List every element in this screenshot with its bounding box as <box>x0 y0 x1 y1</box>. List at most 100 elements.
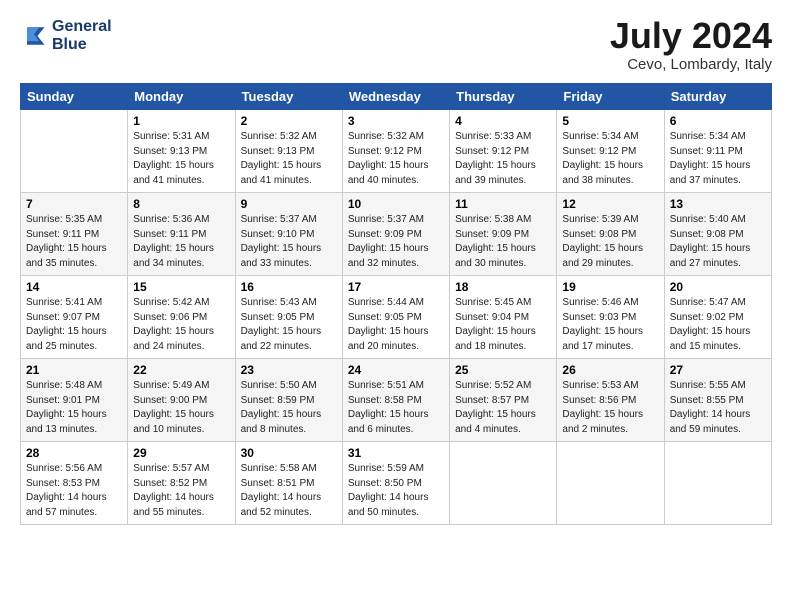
day-number: 25 <box>455 363 551 377</box>
day-number: 13 <box>670 197 766 211</box>
day-info: Sunrise: 5:46 AM Sunset: 9:03 PM Dayligh… <box>562 296 658 354</box>
day-info: Sunrise: 5:38 AM Sunset: 9:09 PM Dayligh… <box>455 213 551 271</box>
day-info: Sunrise: 5:44 AM Sunset: 9:05 PM Dayligh… <box>348 296 444 354</box>
calendar-cell: 8 Sunrise: 5:36 AM Sunset: 9:11 PM Daylig… <box>128 193 235 276</box>
calendar-cell: 4 Sunrise: 5:33 AM Sunset: 9:12 PM Daylig… <box>450 110 557 193</box>
day-info: Sunrise: 5:34 AM Sunset: 9:12 PM Dayligh… <box>562 130 658 188</box>
day-number: 2 <box>241 114 337 128</box>
day-info: Sunrise: 5:34 AM Sunset: 9:11 PM Dayligh… <box>670 130 766 188</box>
calendar-cell: 7 Sunrise: 5:35 AM Sunset: 9:11 PM Daylig… <box>21 193 128 276</box>
day-number: 21 <box>26 363 122 377</box>
day-number: 12 <box>562 197 658 211</box>
day-info: Sunrise: 5:48 AM Sunset: 9:01 PM Dayligh… <box>26 379 122 437</box>
calendar-cell: 12 Sunrise: 5:39 AM Sunset: 9:08 PM Dayli… <box>557 193 664 276</box>
calendar-table: SundayMondayTuesdayWednesdayThursdayFrid… <box>20 83 772 525</box>
day-info: Sunrise: 5:40 AM Sunset: 9:08 PM Dayligh… <box>670 213 766 271</box>
day-number: 5 <box>562 114 658 128</box>
calendar-cell: 18 Sunrise: 5:45 AM Sunset: 9:04 PM Dayli… <box>450 276 557 359</box>
day-number: 7 <box>26 197 122 211</box>
day-header-friday: Friday <box>557 84 664 110</box>
day-info: Sunrise: 5:55 AM Sunset: 8:55 PM Dayligh… <box>670 379 766 437</box>
calendar-cell: 24Sunrise: 5:51 AM Sunset: 8:58 PM Dayli… <box>342 359 449 442</box>
calendar-cell: 11 Sunrise: 5:38 AM Sunset: 9:09 PM Dayli… <box>450 193 557 276</box>
day-number: 16 <box>241 280 337 294</box>
day-info: Sunrise: 5:36 AM Sunset: 9:11 PM Dayligh… <box>133 213 229 271</box>
day-info: Sunrise: 5:47 AM Sunset: 9:02 PM Dayligh… <box>670 296 766 354</box>
day-number: 11 <box>455 197 551 211</box>
calendar-cell: 6Sunrise: 5:34 AM Sunset: 9:11 PM Daylig… <box>664 110 771 193</box>
calendar-cell: 9 Sunrise: 5:37 AM Sunset: 9:10 PM Daylig… <box>235 193 342 276</box>
calendar-cell: 3 Sunrise: 5:32 AM Sunset: 9:12 PM Daylig… <box>342 110 449 193</box>
logo: General Blue <box>20 18 112 53</box>
day-number: 15 <box>133 280 229 294</box>
calendar-cell: 23Sunrise: 5:50 AM Sunset: 8:59 PM Dayli… <box>235 359 342 442</box>
day-number: 3 <box>348 114 444 128</box>
day-info: Sunrise: 5:33 AM Sunset: 9:12 PM Dayligh… <box>455 130 551 188</box>
week-row-4: 21 Sunrise: 5:48 AM Sunset: 9:01 PM Dayli… <box>21 359 772 442</box>
day-info: Sunrise: 5:41 AM Sunset: 9:07 PM Dayligh… <box>26 296 122 354</box>
calendar-cell: 15 Sunrise: 5:42 AM Sunset: 9:06 PM Dayli… <box>128 276 235 359</box>
calendar-cell <box>450 442 557 525</box>
calendar-cell: 2Sunrise: 5:32 AM Sunset: 9:13 PM Daylig… <box>235 110 342 193</box>
day-info: Sunrise: 5:51 AM Sunset: 8:58 PM Dayligh… <box>348 379 444 437</box>
day-number: 18 <box>455 280 551 294</box>
day-info: Sunrise: 5:37 AM Sunset: 9:10 PM Dayligh… <box>241 213 337 271</box>
day-info: Sunrise: 5:32 AM Sunset: 9:12 PM Dayligh… <box>348 130 444 188</box>
month-year: July 2024 <box>610 18 772 54</box>
day-number: 22 <box>133 363 229 377</box>
day-number: 30 <box>241 446 337 460</box>
calendar-cell: 20 Sunrise: 5:47 AM Sunset: 9:02 PM Dayli… <box>664 276 771 359</box>
calendar-cell <box>21 110 128 193</box>
day-info: Sunrise: 5:57 AM Sunset: 8:52 PM Dayligh… <box>133 462 229 520</box>
day-number: 26 <box>562 363 658 377</box>
calendar-cell: 14 Sunrise: 5:41 AM Sunset: 9:07 PM Dayli… <box>21 276 128 359</box>
calendar-cell: 29 Sunrise: 5:57 AM Sunset: 8:52 PM Dayli… <box>128 442 235 525</box>
header: General Blue July 2024 Cevo, Lombardy, I… <box>20 18 772 73</box>
day-info: Sunrise: 5:56 AM Sunset: 8:53 PM Dayligh… <box>26 462 122 520</box>
calendar-cell: 28 Sunrise: 5:56 AM Sunset: 8:53 PM Dayli… <box>21 442 128 525</box>
day-header-sunday: Sunday <box>21 84 128 110</box>
day-header-wednesday: Wednesday <box>342 84 449 110</box>
day-info: Sunrise: 5:52 AM Sunset: 8:57 PM Dayligh… <box>455 379 551 437</box>
day-info: Sunrise: 5:42 AM Sunset: 9:06 PM Dayligh… <box>133 296 229 354</box>
day-info: Sunrise: 5:35 AM Sunset: 9:11 PM Dayligh… <box>26 213 122 271</box>
logo-text: General Blue <box>52 18 112 53</box>
day-info: Sunrise: 5:58 AM Sunset: 8:51 PM Dayligh… <box>241 462 337 520</box>
calendar-cell: 21 Sunrise: 5:48 AM Sunset: 9:01 PM Dayli… <box>21 359 128 442</box>
week-row-3: 14 Sunrise: 5:41 AM Sunset: 9:07 PM Dayli… <box>21 276 772 359</box>
day-number: 20 <box>670 280 766 294</box>
day-number: 4 <box>455 114 551 128</box>
day-info: Sunrise: 5:39 AM Sunset: 9:08 PM Dayligh… <box>562 213 658 271</box>
day-number: 29 <box>133 446 229 460</box>
calendar-cell: 22Sunrise: 5:49 AM Sunset: 9:00 PM Dayli… <box>128 359 235 442</box>
calendar-cell: 13 Sunrise: 5:40 AM Sunset: 9:08 PM Dayli… <box>664 193 771 276</box>
day-info: Sunrise: 5:45 AM Sunset: 9:04 PM Dayligh… <box>455 296 551 354</box>
header-row: SundayMondayTuesdayWednesdayThursdayFrid… <box>21 84 772 110</box>
calendar-cell: 30 Sunrise: 5:58 AM Sunset: 8:51 PM Dayli… <box>235 442 342 525</box>
day-number: 27 <box>670 363 766 377</box>
week-row-2: 7 Sunrise: 5:35 AM Sunset: 9:11 PM Daylig… <box>21 193 772 276</box>
day-number: 10 <box>348 197 444 211</box>
day-number: 14 <box>26 280 122 294</box>
calendar-cell: 10 Sunrise: 5:37 AM Sunset: 9:09 PM Dayli… <box>342 193 449 276</box>
calendar-cell: 26 Sunrise: 5:53 AM Sunset: 8:56 PM Dayli… <box>557 359 664 442</box>
calendar-cell: 16 Sunrise: 5:43 AM Sunset: 9:05 PM Dayli… <box>235 276 342 359</box>
calendar-cell: 1Sunrise: 5:31 AM Sunset: 9:13 PM Daylig… <box>128 110 235 193</box>
day-info: Sunrise: 5:31 AM Sunset: 9:13 PM Dayligh… <box>133 130 229 188</box>
week-row-1: 1Sunrise: 5:31 AM Sunset: 9:13 PM Daylig… <box>21 110 772 193</box>
day-number: 8 <box>133 197 229 211</box>
day-info: Sunrise: 5:43 AM Sunset: 9:05 PM Dayligh… <box>241 296 337 354</box>
calendar-cell: 25 Sunrise: 5:52 AM Sunset: 8:57 PM Dayli… <box>450 359 557 442</box>
day-number: 9 <box>241 197 337 211</box>
day-info: Sunrise: 5:53 AM Sunset: 8:56 PM Dayligh… <box>562 379 658 437</box>
day-info: Sunrise: 5:37 AM Sunset: 9:09 PM Dayligh… <box>348 213 444 271</box>
week-row-5: 28 Sunrise: 5:56 AM Sunset: 8:53 PM Dayli… <box>21 442 772 525</box>
calendar-cell: 17Sunrise: 5:44 AM Sunset: 9:05 PM Dayli… <box>342 276 449 359</box>
day-header-thursday: Thursday <box>450 84 557 110</box>
calendar-cell <box>557 442 664 525</box>
calendar-cell <box>664 442 771 525</box>
day-number: 28 <box>26 446 122 460</box>
location: Cevo, Lombardy, Italy <box>610 56 772 73</box>
day-info: Sunrise: 5:50 AM Sunset: 8:59 PM Dayligh… <box>241 379 337 437</box>
calendar-cell: 19Sunrise: 5:46 AM Sunset: 9:03 PM Dayli… <box>557 276 664 359</box>
